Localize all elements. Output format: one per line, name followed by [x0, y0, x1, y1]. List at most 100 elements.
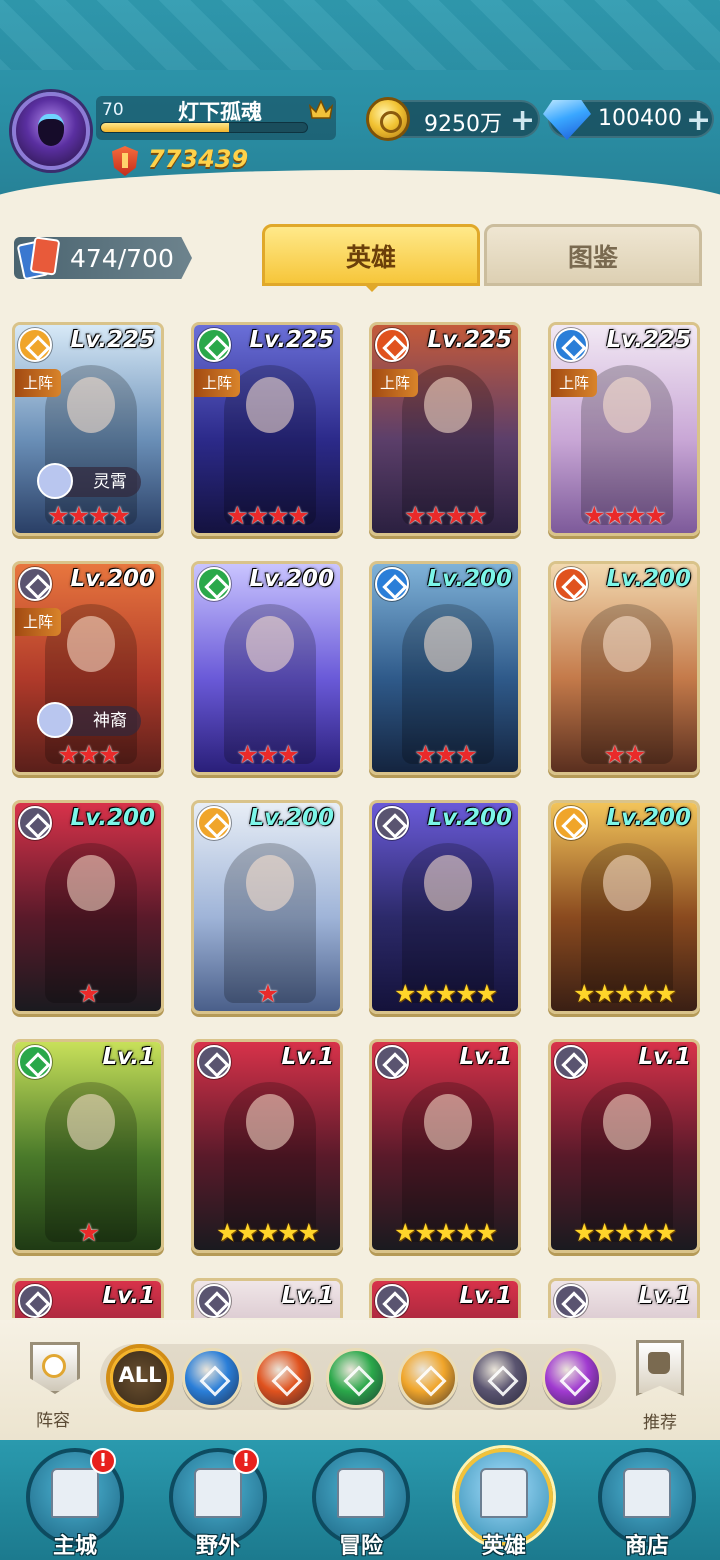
hero-card[interactable]: Lv.200 ★★★★★ [548, 800, 700, 1014]
roster-dial-icon [42, 1354, 66, 1378]
roster-button[interactable] [22, 1342, 88, 1408]
filter-light-button[interactable] [398, 1348, 458, 1408]
header-wave [0, 170, 720, 215]
active-tab-indicator [364, 284, 380, 292]
star-rating: ★★★ [194, 742, 340, 768]
hero-card[interactable]: Lv.200 ★★★ [369, 561, 521, 775]
star-icon: ★ [624, 501, 646, 530]
star-icon: ★ [603, 501, 626, 530]
star-icon: ★ [297, 1218, 320, 1247]
filter-dark-button[interactable] [470, 1348, 530, 1408]
hero-level: Lv.225 [70, 327, 155, 353]
hero-tag-label: 灵霄 [93, 472, 127, 492]
castle-icon [51, 1468, 99, 1518]
nav-shop[interactable]: 商店 [592, 1448, 702, 1560]
star-icon: ★ [434, 740, 457, 769]
hero-level: Lv.1 [102, 1283, 155, 1309]
hero-card[interactable]: Lv.1 [191, 1278, 343, 1318]
star-icon: ★ [414, 979, 436, 1008]
hero-card[interactable]: Lv.200 ★★★★★ [369, 800, 521, 1014]
star-icon: ★ [455, 979, 477, 1008]
star-icon: ★ [256, 1218, 279, 1247]
add-gold-button[interactable]: + [510, 103, 535, 138]
tag-emblem-icon [37, 463, 73, 499]
alert-badge: ! [233, 1448, 259, 1474]
add-diamond-button[interactable]: + [686, 103, 711, 138]
star-icon: ★ [47, 501, 69, 530]
hero-level: Lv.200 [606, 566, 691, 592]
hero-level: Lv.1 [459, 1283, 512, 1309]
star-icon: ★ [256, 979, 279, 1008]
hero-head [67, 616, 115, 672]
tab-heroes[interactable]: 英雄 [262, 224, 480, 286]
star-icon: ★ [287, 501, 309, 530]
star-icon: ★ [603, 740, 626, 769]
hero-tag: 神裔 [37, 702, 141, 738]
hero-card[interactable]: Lv.200 ★★ [548, 561, 700, 775]
star-icon: ★ [414, 740, 436, 769]
hero-card[interactable]: Lv.225 上阵 ★★★★ [548, 322, 700, 536]
nav-label: 商店 [624, 1534, 669, 1559]
hero-level: Lv.225 [427, 327, 512, 353]
star-rating: ★★★★★ [551, 981, 697, 1007]
water-faction-icon [554, 328, 588, 362]
star-icon: ★ [277, 1218, 299, 1247]
sword-icon [337, 1468, 385, 1518]
hero-card[interactable]: Lv.200 上阵 神裔 ★★★ [12, 561, 164, 775]
star-icon: ★ [226, 501, 248, 530]
hero-card[interactable]: Lv.225 上阵 ★★★★ [191, 322, 343, 536]
player-level: 70 [102, 100, 124, 120]
dark-faction-icon [375, 806, 409, 840]
deployed-badge: 上阵 [194, 369, 240, 397]
dark-faction-icon [554, 1284, 588, 1318]
star-icon: ★ [613, 979, 636, 1008]
hero-card[interactable]: Lv.1 ★★★★★ [369, 1039, 521, 1253]
star-icon: ★ [593, 1218, 615, 1247]
hero-card[interactable]: Lv.1 [548, 1278, 700, 1318]
hero-head [603, 616, 651, 672]
tab-codex[interactable]: 图鉴 [484, 224, 702, 286]
star-icon: ★ [57, 740, 79, 769]
hero-card[interactable]: Lv.200 ★ [12, 800, 164, 1014]
hero-head [246, 616, 294, 672]
filter-wind-button[interactable] [326, 1348, 386, 1408]
hero-card[interactable]: Lv.1 ★★★★★ [548, 1039, 700, 1253]
nav-portal[interactable]: 野外! [163, 1448, 273, 1560]
filter-chaos-button[interactable] [542, 1348, 602, 1408]
thumbs-up-icon [648, 1352, 670, 1374]
deployed-badge: 上阵 [15, 608, 61, 636]
hero-card[interactable]: Lv.1 ★★★★★ [191, 1039, 343, 1253]
hero-card[interactable]: Lv.1 [12, 1278, 164, 1318]
hero-card[interactable]: Lv.200 ★ [191, 800, 343, 1014]
hero-level: Lv.200 [427, 566, 512, 592]
filter-fire-button[interactable] [254, 1348, 314, 1408]
hero-card[interactable]: Lv.200 ★★★ [191, 561, 343, 775]
dark-faction-icon [554, 1045, 588, 1079]
nav-label: 主城 [52, 1534, 97, 1559]
crown-icon[interactable] [308, 98, 334, 120]
hero-card[interactable]: Lv.225 上阵 灵霄 ★★★★ [12, 322, 164, 536]
hero-count: 474/700 [70, 244, 174, 273]
hero-card[interactable]: Lv.1 ★ [12, 1039, 164, 1253]
player-avatar[interactable] [12, 92, 90, 170]
hero-level: Lv.200 [427, 805, 512, 831]
nav-helmet[interactable]: 英雄 [449, 1448, 559, 1560]
star-icon: ★ [424, 501, 447, 530]
star-icon: ★ [236, 740, 258, 769]
avatar-face [38, 114, 64, 146]
hero-head [603, 377, 651, 433]
hero-card[interactable]: Lv.225 上阵 ★★★★ [369, 322, 521, 536]
star-icon: ★ [393, 1218, 416, 1247]
star-icon: ★ [634, 1218, 656, 1247]
star-rating: ★ [15, 981, 161, 1007]
hero-card[interactable]: Lv.1 [369, 1278, 521, 1318]
filter-water-button[interactable] [182, 1348, 242, 1408]
star-icon: ★ [277, 740, 299, 769]
nav-castle[interactable]: 主城! [20, 1448, 130, 1560]
nav-sword[interactable]: 冒险 [306, 1448, 416, 1560]
recommend-button[interactable] [632, 1340, 688, 1402]
star-rating: ★★★★★ [551, 1220, 697, 1246]
filter-all-label: ALL [118, 1363, 162, 1387]
hero-level: Lv.1 [281, 1044, 334, 1070]
star-rating: ★★★ [372, 742, 518, 768]
